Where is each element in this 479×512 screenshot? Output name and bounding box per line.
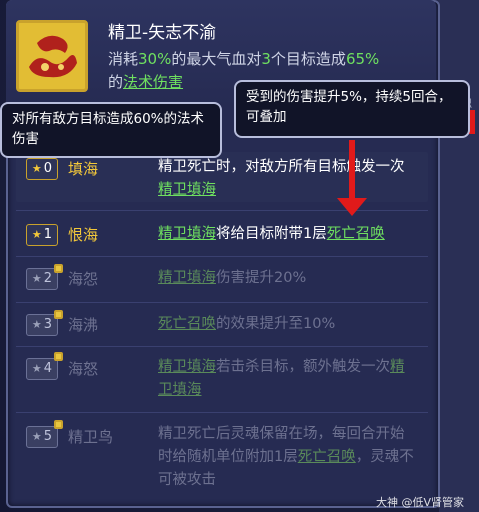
- upgrade-row-0: ★ 0 填海 精卫死亡时，对敌方所有目标触发一次精卫填海: [16, 152, 428, 202]
- level-number: 4: [43, 361, 53, 376]
- upgrade-row-1: ★ 1 恨海 精卫填海将给目标附带1层死亡召唤: [16, 220, 428, 250]
- desc-text: 的最大气血对: [171, 50, 262, 68]
- watermark: 大神 @低V肾管家: [376, 496, 465, 509]
- lock-icon: [54, 420, 63, 429]
- star-icon: ★: [31, 362, 42, 375]
- upgrade-text: 精卫填海伤害提升20%: [158, 270, 307, 286]
- level-number: 5: [43, 429, 53, 444]
- level-number: 0: [43, 161, 53, 176]
- upgrade-text: 精卫死亡时，对敌方所有目标触发一次精卫填海: [158, 159, 405, 198]
- star-icon: ★: [31, 228, 42, 241]
- upgrade-row-4: ★ 4 海怒 精卫填海若击杀目标，额外触发一次精卫填海: [16, 352, 428, 402]
- upgrade-name: 精卫鸟: [68, 428, 114, 446]
- level-badge: ★ 1: [26, 224, 58, 246]
- magic-damage-link[interactable]: 法术伤害: [123, 73, 183, 91]
- level-number: 1: [43, 227, 53, 242]
- upgrade-name: 填海: [68, 160, 99, 178]
- upgrade-row-3: ★ 3 海沸 死亡召唤的效果提升至10%: [16, 310, 428, 340]
- level-badge: ★ 5: [26, 426, 58, 448]
- level-badge: ★ 4: [26, 358, 58, 380]
- lock-icon: [54, 264, 63, 273]
- death-summon-tooltip: 受到的伤害提升5%，持续5回合，可叠加: [234, 80, 470, 138]
- upgrade-text: 精卫填海将给目标附带1层死亡召唤: [158, 226, 385, 242]
- upgrade-name: 海怒: [68, 360, 99, 378]
- lock-icon: [54, 310, 63, 319]
- upgrade-name: 海怨: [68, 270, 99, 288]
- desc-target-count: 3: [261, 50, 271, 68]
- skill-title: 精卫-矢志不渝: [108, 23, 217, 43]
- desc-text: 的: [108, 73, 124, 91]
- game-background-strip: [439, 0, 479, 512]
- desc-text: 消耗: [108, 50, 139, 68]
- death-summon-link[interactable]: 死亡召唤: [327, 226, 385, 242]
- upgrade-name: 恨海: [68, 226, 99, 244]
- upgrade-row-5: ★ 5 精卫鸟 精卫死亡后灵魂保留在场，每回合开始时给随机单位附加1层死亡召唤，灵…: [16, 420, 428, 492]
- upgrade-text: 精卫死亡后灵魂保留在场，每回合开始时给随机单位附加1层死亡召唤，灵魂不可被攻击: [158, 426, 414, 488]
- level-number: 3: [43, 317, 53, 332]
- skill-emblem-icon: [19, 23, 85, 89]
- divider: [16, 256, 428, 257]
- skill-icon: [16, 20, 88, 92]
- red-arrow-head: [337, 198, 367, 216]
- desc-damage-percent: 65%: [345, 50, 380, 68]
- upgrade-text: 死亡召唤的效果提升至10%: [158, 316, 336, 332]
- star-icon: ★: [31, 430, 42, 443]
- level-badge: ★ 0: [26, 158, 58, 180]
- skill-link[interactable]: 精卫填海: [158, 270, 216, 286]
- death-summon-link[interactable]: 死亡召唤: [158, 316, 216, 332]
- lock-icon: [54, 352, 63, 361]
- desc-text: 个目标造成: [270, 50, 346, 68]
- desc-hp-cost: 30%: [138, 50, 172, 68]
- level-number: 2: [43, 271, 53, 286]
- skill-link[interactable]: 精卫填海: [158, 182, 216, 198]
- star-icon: ★: [31, 318, 42, 331]
- star-icon: ★: [31, 272, 42, 285]
- divider: [16, 412, 428, 413]
- aoe-damage-tooltip: 对所有敌方目标造成60%的法术伤害: [0, 102, 222, 158]
- upgrade-text: 精卫填海若击杀目标，额外触发一次精卫填海: [158, 359, 405, 398]
- skill-link[interactable]: 精卫填海: [158, 359, 216, 375]
- upgrade-name: 海沸: [68, 316, 99, 334]
- death-summon-link[interactable]: 死亡召唤: [298, 449, 356, 465]
- divider: [16, 346, 428, 347]
- red-arrow-annotation: [349, 140, 355, 202]
- upgrade-row-2: ★ 2 海怨 精卫填海伤害提升20%: [16, 264, 428, 294]
- divider: [16, 302, 428, 303]
- star-icon: ★: [31, 162, 42, 175]
- skill-link[interactable]: 精卫填海: [158, 226, 216, 242]
